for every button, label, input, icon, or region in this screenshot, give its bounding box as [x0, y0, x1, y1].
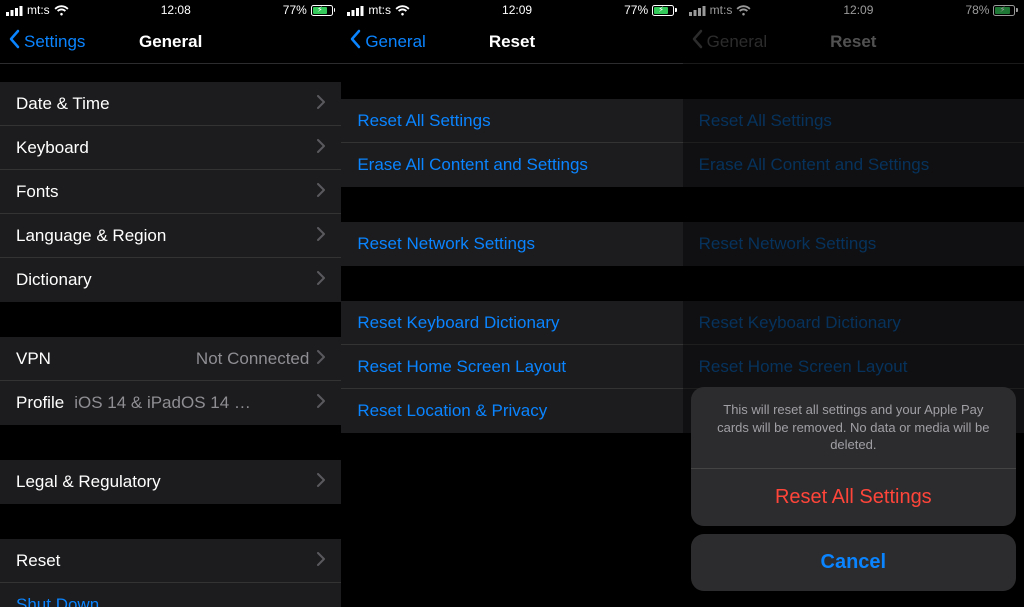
row-vpn[interactable]: VPNNot Connected — [0, 337, 341, 381]
wifi-icon — [54, 5, 69, 16]
back-button[interactable]: General — [683, 29, 767, 54]
row-reset-keyboard-dictionary[interactable]: Reset Keyboard Dictionary — [341, 301, 682, 345]
signal-icon — [347, 5, 364, 16]
row-reset-location-privacy[interactable]: Reset Location & Privacy — [341, 389, 682, 433]
screen-general: mt:s 12:08 77% ⚡︎ Settings General Date … — [0, 0, 341, 607]
row-reset[interactable]: Reset — [0, 539, 341, 583]
group-reset-network: Reset Network Settings — [683, 222, 1024, 266]
row-reset-home-screen-layout: Reset Home Screen Layout — [683, 345, 1024, 389]
wifi-icon — [736, 5, 751, 16]
battery-percent-label: 77% — [283, 3, 307, 17]
content-scroll[interactable]: Reset All Settings Erase All Content and… — [341, 64, 682, 433]
chevron-back-icon — [349, 29, 361, 54]
status-bar: mt:s 12:09 78% ⚡︎ — [683, 0, 1024, 20]
row-shut-down[interactable]: Shut Down — [0, 583, 341, 607]
carrier-label: mt:s — [710, 3, 733, 17]
sheet-cancel-group: Cancel — [691, 534, 1016, 591]
clock-label: 12:08 — [161, 3, 191, 17]
signal-icon — [6, 5, 23, 16]
battery-icon: ⚡︎ — [311, 5, 336, 16]
row-reset-all-settings: Reset All Settings — [683, 99, 1024, 143]
nav-title: General — [139, 32, 202, 52]
screen-reset-confirm: mt:s 12:09 78% ⚡︎ General Reset Reset Al… — [683, 0, 1024, 607]
group-datetime: Date & Time Keyboard Fonts Language & Re… — [0, 82, 341, 302]
group-reset-all: Reset All Settings Erase All Content and… — [341, 99, 682, 187]
row-dictionary[interactable]: Dictionary — [0, 258, 341, 302]
screen-reset: mt:s 12:09 77% ⚡︎ General Reset Reset Al… — [341, 0, 682, 607]
content-scroll[interactable]: Date & Time Keyboard Fonts Language & Re… — [0, 64, 341, 607]
row-legal-regulatory[interactable]: Legal & Regulatory — [0, 460, 341, 504]
nav-bar: General Reset — [341, 20, 682, 64]
sheet-reset-button[interactable]: Reset All Settings — [691, 469, 1016, 526]
sheet-main-group: This will reset all settings and your Ap… — [691, 387, 1016, 526]
sheet-cancel-button[interactable]: Cancel — [691, 534, 1016, 591]
row-reset-home-screen-layout[interactable]: Reset Home Screen Layout — [341, 345, 682, 389]
row-profile[interactable]: ProfileiOS 14 & iPadOS 14 Beta Softwar..… — [0, 381, 341, 425]
row-erase-all-content[interactable]: Erase All Content and Settings — [341, 143, 682, 187]
back-button[interactable]: Settings — [0, 29, 85, 54]
sheet-message: This will reset all settings and your Ap… — [691, 387, 1016, 469]
back-label: General — [707, 32, 767, 52]
carrier-label: mt:s — [27, 3, 50, 17]
chevron-right-icon — [317, 94, 325, 114]
chevron-right-icon — [317, 349, 325, 369]
clock-label: 12:09 — [843, 3, 873, 17]
nav-bar: General Reset — [683, 20, 1024, 64]
chevron-right-icon — [317, 226, 325, 246]
back-label: Settings — [24, 32, 85, 52]
nav-bar: Settings General — [0, 20, 341, 64]
group-vpn: VPNNot Connected ProfileiOS 14 & iPadOS … — [0, 337, 341, 425]
chevron-right-icon — [317, 551, 325, 571]
group-reset-other: Reset Keyboard Dictionary Reset Home Scr… — [341, 301, 682, 433]
row-reset-network-settings: Reset Network Settings — [683, 222, 1024, 266]
row-reset-network-settings[interactable]: Reset Network Settings — [341, 222, 682, 266]
row-date-time[interactable]: Date & Time — [0, 82, 341, 126]
group-legal: Legal & Regulatory — [0, 460, 341, 504]
chevron-back-icon — [8, 29, 20, 54]
row-reset-keyboard-dictionary: Reset Keyboard Dictionary — [683, 301, 1024, 345]
battery-icon: ⚡︎ — [993, 5, 1018, 16]
row-fonts[interactable]: Fonts — [0, 170, 341, 214]
wifi-icon — [395, 5, 410, 16]
chevron-back-icon — [691, 29, 703, 54]
nav-title: Reset — [489, 32, 535, 52]
clock-label: 12:09 — [502, 3, 532, 17]
status-bar: mt:s 12:09 77% ⚡︎ — [341, 0, 682, 20]
battery-percent-label: 77% — [624, 3, 648, 17]
chevron-right-icon — [317, 182, 325, 202]
signal-icon — [689, 5, 706, 16]
group-reset-all: Reset All Settings Erase All Content and… — [683, 99, 1024, 187]
chevron-right-icon — [317, 270, 325, 290]
status-bar: mt:s 12:08 77% ⚡︎ — [0, 0, 341, 20]
nav-title: Reset — [830, 32, 876, 52]
row-erase-all-content: Erase All Content and Settings — [683, 143, 1024, 187]
action-sheet: This will reset all settings and your Ap… — [691, 387, 1016, 599]
back-label: General — [365, 32, 425, 52]
content-scroll: Reset All Settings Erase All Content and… — [683, 64, 1024, 433]
group-reset-network: Reset Network Settings — [341, 222, 682, 266]
chevron-right-icon — [317, 393, 325, 413]
carrier-label: mt:s — [368, 3, 391, 17]
battery-percent-label: 78% — [965, 3, 989, 17]
chevron-right-icon — [317, 472, 325, 492]
row-keyboard[interactable]: Keyboard — [0, 126, 341, 170]
row-language-region[interactable]: Language & Region — [0, 214, 341, 258]
back-button[interactable]: General — [341, 29, 425, 54]
battery-icon: ⚡︎ — [652, 5, 677, 16]
group-reset: Reset Shut Down — [0, 539, 341, 607]
chevron-right-icon — [317, 138, 325, 158]
row-reset-all-settings[interactable]: Reset All Settings — [341, 99, 682, 143]
